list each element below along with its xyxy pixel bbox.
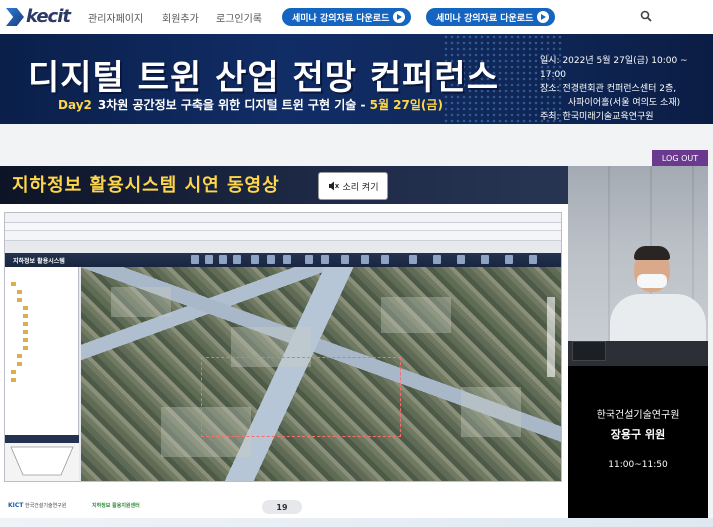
toolbar-tool-icon[interactable] — [505, 255, 513, 264]
download-button-label: 세미나 강의자료 다운로드 — [292, 13, 390, 24]
kict-logo: KICT — [8, 502, 24, 509]
tree-item[interactable] — [23, 305, 30, 311]
speaker-name: 장용구 위원 — [610, 428, 666, 441]
toolbar-tool-icon[interactable] — [283, 255, 291, 264]
app-name: 지하정보 활용시스템 — [13, 258, 65, 265]
tree-item[interactable] — [23, 345, 30, 351]
toolbar-tool-icon[interactable] — [361, 255, 369, 264]
toolbar-tool-icon[interactable] — [433, 255, 441, 264]
app-link-bar — [5, 231, 561, 241]
toolbar-tool-icon[interactable] — [457, 255, 465, 264]
tree-item[interactable] — [17, 361, 24, 367]
tree-item[interactable] — [17, 297, 24, 303]
download-button-label: 세미나 강의자료 다운로드 — [436, 13, 534, 24]
banner-info: 일시: 2022년 5월 27일(금) 10:00 ~ 17:00 장소: 전경… — [540, 54, 710, 124]
sound-on-button[interactable]: 소리 켜기 — [318, 172, 388, 200]
kict-name: 한국건설기술연구원 — [24, 503, 67, 509]
sound-on-label: 소리 켜기 — [342, 182, 379, 193]
center-logo: 지하정보 활용지원센터 — [91, 503, 140, 509]
tree-item[interactable] — [23, 337, 30, 343]
minimap-shape-icon — [10, 446, 74, 476]
search-icon[interactable] — [640, 10, 652, 22]
toolbar-tool-icon[interactable] — [305, 255, 313, 264]
banner-info-place: 장소: 전경련회관 컨퍼런스센터 2층, — [540, 84, 677, 94]
slide-footer-logos: KICT 한국건설기술연구원 지하정보 활용지원센터 — [8, 502, 140, 509]
tree-item[interactable] — [11, 281, 18, 287]
toolbar-tool-icon[interactable] — [341, 255, 349, 264]
banner-info-host: 주최: 한국미래기술교육연구원 — [540, 112, 654, 122]
speaker-hair — [634, 246, 670, 260]
speaker-caption: 한국건설기술연구원 장용구 위원 11:00~11:50 — [568, 366, 708, 518]
session-time: 11:00~11:50 — [608, 460, 668, 470]
face-mask — [637, 274, 667, 288]
play-icon — [393, 11, 406, 23]
tree-item[interactable] — [11, 369, 18, 375]
tree-item[interactable] — [23, 313, 30, 319]
toolbar-tool-icon[interactable] — [481, 255, 489, 264]
top-nav: kecit 관리자페이지 회원추가 로그인기록 세미나 강의자료 다운로드 세미… — [0, 0, 713, 34]
minimap-header — [5, 435, 79, 443]
tree-item[interactable] — [11, 377, 18, 383]
speaker-muted-icon — [328, 181, 339, 191]
conference-banner: 디지털 트윈 산업 전망 컨퍼런스 Day2 3차원 공간정보 구축을 위한 디지… — [0, 34, 713, 124]
map-zoom-control[interactable] — [547, 297, 555, 377]
building-block — [381, 297, 451, 333]
nav-link-login-log[interactable]: 로그인기록 — [216, 10, 262, 25]
toolbar-tool-icon[interactable] — [191, 255, 199, 264]
toolbar-tool-icon[interactable] — [409, 255, 417, 264]
bottom-strip — [0, 518, 713, 527]
toolbar-tool-icon[interactable] — [233, 255, 241, 264]
tree-item[interactable] — [17, 353, 24, 359]
banner-subtitle: Day2 3차원 공간정보 구축을 위한 디지털 트윈 구현 기술 - 5월 27… — [58, 96, 443, 113]
minimap[interactable] — [5, 443, 79, 481]
nav-link-admin[interactable]: 관리자페이지 — [88, 10, 143, 25]
presentation-slide: 지하정보 활용시스템 시연 동영상 소리 켜기 지하정보 활용시스템 KICT … — [0, 166, 568, 518]
app-menu-bar — [5, 223, 561, 231]
banner-title: 디지털 트윈 산업 전망 컨퍼런스 — [28, 58, 499, 98]
toolbar-tool-icon[interactable] — [219, 255, 227, 264]
app-toolbar: 지하정보 활용시스템 — [5, 253, 561, 267]
toolbar-tool-icon[interactable] — [321, 255, 329, 264]
tree-item[interactable] — [17, 289, 24, 295]
3d-city-map[interactable] — [81, 267, 561, 481]
banner-info-date: 일시: 2022년 5월 27일(금) 10:00 ~ 17:00 — [540, 56, 688, 80]
spacer — [0, 124, 713, 166]
banner-info-place-2: 사파이어홀(서울 여의도 소재) — [568, 98, 681, 108]
speaker-org: 한국건설기술연구원 — [596, 410, 680, 421]
nav-link-add-member[interactable]: 회원추가 — [162, 10, 199, 25]
toolbar-tool-icon[interactable] — [267, 255, 275, 264]
banner-date: 5월 27일(금) — [369, 98, 443, 112]
layer-tree-panel — [5, 267, 79, 481]
building-block — [461, 387, 521, 437]
banner-subtitle-text: 3차원 공간정보 구축을 위한 디지털 트윈 구현 기술 - — [97, 98, 370, 112]
toolbar-tool-icon[interactable] — [529, 255, 537, 264]
building-block — [111, 287, 171, 317]
logo-text: kecit — [26, 6, 71, 27]
tree-item[interactable] — [23, 329, 30, 335]
app-address-bar — [5, 213, 561, 223]
toolbar-tool-icon[interactable] — [251, 255, 259, 264]
site-logo[interactable]: kecit — [6, 6, 71, 27]
logout-button[interactable]: LOG OUT — [652, 150, 708, 166]
speaker-figure — [604, 246, 708, 364]
logo-mark-icon — [6, 8, 24, 26]
podium-monitor — [572, 341, 606, 361]
boundary-outline — [201, 357, 401, 437]
toolbar-tool-icon[interactable] — [381, 255, 389, 264]
tree-item[interactable] — [23, 321, 30, 327]
slide-page-number: 19 — [262, 500, 302, 514]
speaker-video — [568, 166, 708, 366]
download-button-1[interactable]: 세미나 강의자료 다운로드 — [282, 8, 412, 26]
banner-day: Day2 — [58, 98, 92, 112]
play-icon — [537, 11, 550, 23]
slide-header: 지하정보 활용시스템 시연 동영상 소리 켜기 — [0, 166, 568, 204]
demo-app-window: 지하정보 활용시스템 — [4, 212, 562, 482]
download-button-2[interactable]: 세미나 강의자료 다운로드 — [426, 8, 556, 26]
slide-title: 지하정보 활용시스템 시연 동영상 — [12, 175, 280, 196]
toolbar-tool-icon[interactable] — [205, 255, 213, 264]
